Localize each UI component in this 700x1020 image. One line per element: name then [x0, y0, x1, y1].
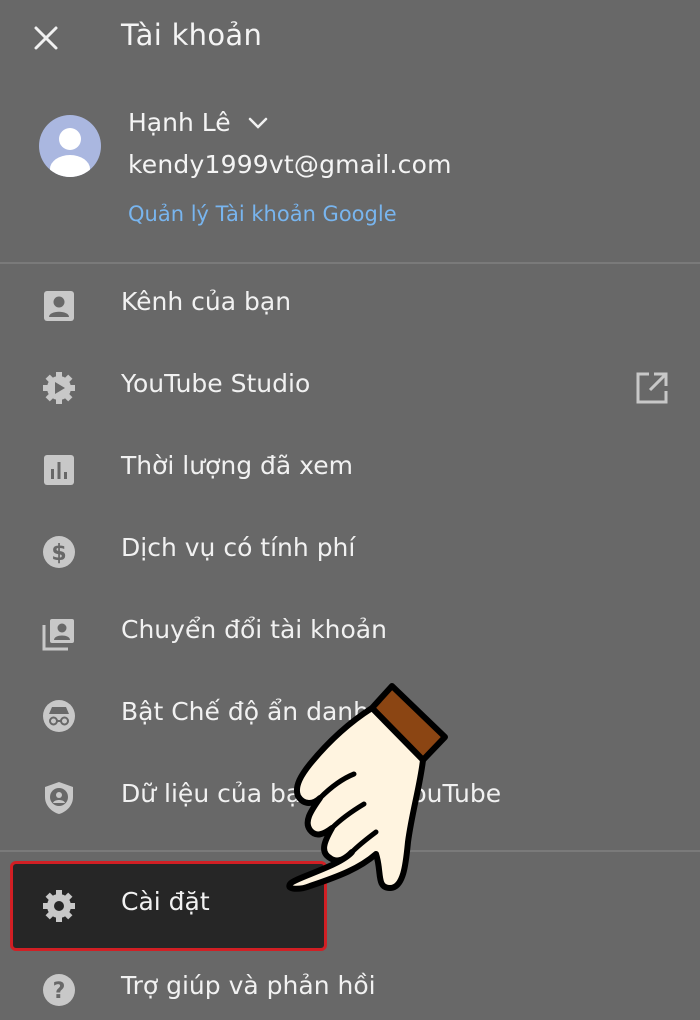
- account-name: Hạnh Lê: [128, 108, 231, 137]
- incognito-icon: [43, 700, 75, 732]
- menu-item-incognito[interactable]: Bật Chế độ ẩn danh: [0, 676, 700, 756]
- menu-item-your-data[interactable]: Dữ liệu của bạn trong YouTube: [0, 758, 700, 838]
- dollar-circle-icon: $: [43, 536, 75, 568]
- bar-chart-icon: [44, 455, 74, 485]
- person-box-icon: [44, 291, 74, 321]
- menu-item-label: Kênh của bạn: [121, 287, 292, 316]
- menu-item-label: Trợ giúp và phản hồi: [121, 971, 376, 1000]
- close-button[interactable]: [28, 20, 64, 56]
- menu-item-watch-time[interactable]: Thời lượng đã xem: [0, 430, 700, 510]
- menu-item-your-channel[interactable]: Kênh của bạn: [0, 266, 700, 346]
- manage-google-account-link[interactable]: Quản lý Tài khoản Google: [128, 202, 397, 226]
- menu-item-label: Thời lượng đã xem: [121, 451, 353, 480]
- menu-item-label: Cài đặt: [121, 887, 210, 916]
- app-header: Tài khoản: [0, 0, 700, 80]
- divider: [0, 850, 700, 852]
- menu-item-paid-memberships[interactable]: $ Dịch vụ có tính phí: [0, 512, 700, 592]
- avatar[interactable]: [39, 115, 101, 177]
- open-external-icon[interactable]: [634, 370, 670, 406]
- menu-item-youtube-studio[interactable]: YouTube Studio: [0, 348, 700, 428]
- menu-item-settings[interactable]: Cài đặt: [0, 866, 317, 946]
- default-avatar-icon: [50, 128, 90, 177]
- menu-item-label: Bật Chế độ ẩn danh: [121, 697, 369, 726]
- account-switcher[interactable]: Hạnh Lê: [128, 108, 269, 137]
- menu-item-label: Dữ liệu của bạn trong YouTube: [121, 779, 502, 808]
- menu-item-label: YouTube Studio: [121, 369, 311, 398]
- shield-person-icon: [45, 782, 73, 814]
- divider: [0, 262, 700, 264]
- switch-account-icon: [42, 619, 74, 651]
- menu-item-help[interactable]: ? Trợ giúp và phản hồi: [0, 950, 700, 1020]
- menu-item-label: Chuyển đổi tài khoản: [121, 615, 387, 644]
- svg-text:$: $: [51, 541, 66, 566]
- menu-item-label: Dịch vụ có tính phí: [121, 533, 356, 562]
- account-email: kendy1999vt@gmail.com: [128, 150, 452, 179]
- gear-icon: [43, 890, 75, 922]
- menu-item-switch-account[interactable]: Chuyển đổi tài khoản: [0, 594, 700, 674]
- studio-gear-play-icon: [43, 372, 75, 404]
- page-title: Tài khoản: [121, 18, 263, 52]
- svg-text:?: ?: [53, 979, 66, 1004]
- account-section: Hạnh Lê kendy1999vt@gmail.com Quản lý Tà…: [0, 96, 700, 246]
- chevron-down-icon: [248, 117, 267, 129]
- close-icon: [34, 26, 58, 50]
- help-circle-icon: ?: [43, 974, 75, 1006]
